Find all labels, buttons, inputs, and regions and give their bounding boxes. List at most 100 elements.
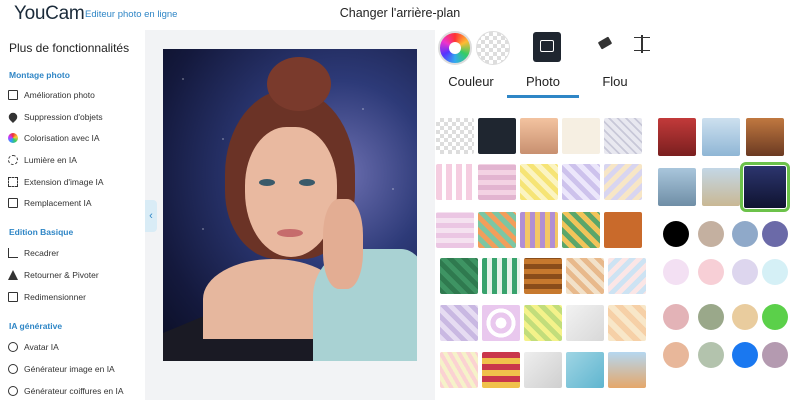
photo-background-icon[interactable]	[533, 32, 561, 62]
sidebar-item-suppression-objets[interactable]: Suppression d'objets	[6, 109, 140, 125]
sidebar-item-label: Recadrer	[24, 248, 59, 258]
tab-flou[interactable]: Flou	[579, 70, 651, 98]
hair-bun	[267, 57, 331, 111]
pattern-tile[interactable]	[562, 212, 600, 248]
color-swatch[interactable]	[663, 221, 689, 247]
scene-tile-ferris-wheel[interactable]	[702, 118, 740, 156]
pattern-tile[interactable]	[524, 258, 562, 294]
pattern-tile[interactable]	[562, 118, 600, 154]
background-tabs: Couleur Photo Flou	[435, 70, 651, 98]
pattern-tile[interactable]	[436, 212, 474, 248]
pattern-tile[interactable]	[440, 305, 478, 341]
color-wheel-icon	[8, 133, 18, 143]
color-swatch[interactable]	[732, 259, 758, 285]
sidebar-item-label: Générateur coiffures en IA	[24, 386, 124, 396]
pattern-tile[interactable]	[608, 305, 646, 341]
transparent-background-icon[interactable]	[476, 31, 510, 65]
sidebar-item-lumiere[interactable]: Lumière en IA	[8, 152, 140, 168]
sidebar-item-generateur-coiffures[interactable]: Générateur coiffures en IA	[8, 383, 140, 399]
pattern-tile[interactable]	[520, 164, 558, 200]
sidebar-item-retourner[interactable]: Retourner & Pivoter	[8, 267, 140, 283]
sidebar: Plus de fonctionnalités Montage photo Am…	[0, 30, 145, 400]
sidebar-item-label: Redimensionner	[24, 292, 86, 302]
pattern-tile[interactable]	[478, 212, 516, 248]
color-picker-icon[interactable]	[438, 31, 472, 65]
pattern-tile[interactable]	[562, 164, 600, 200]
edited-photo	[163, 49, 417, 361]
sidebar-item-label: Remplacement IA	[24, 198, 92, 208]
pattern-tile[interactable]	[482, 258, 520, 294]
color-swatch[interactable]	[732, 342, 758, 368]
pattern-tile[interactable]	[524, 352, 562, 388]
sidebar-item-amelioration-photo[interactable]: Amélioration photo	[8, 87, 140, 103]
sidebar-item-redimensionner[interactable]: Redimensionner	[8, 289, 140, 305]
color-swatch[interactable]	[698, 259, 724, 285]
color-swatch[interactable]	[698, 221, 724, 247]
pattern-tile[interactable]	[524, 305, 562, 341]
app-window: YouCam Editeur photo en ligne Changer l'…	[0, 0, 800, 400]
left-eye	[259, 179, 275, 186]
pattern-tile[interactable]	[520, 118, 558, 154]
color-swatch[interactable]	[762, 221, 788, 247]
color-swatch[interactable]	[762, 304, 788, 330]
sidebar-item-remplacement[interactable]: Remplacement IA	[8, 195, 140, 211]
pattern-tile[interactable]	[566, 352, 604, 388]
pattern-tile[interactable]	[608, 258, 646, 294]
color-swatch[interactable]	[663, 304, 689, 330]
hand	[323, 199, 363, 289]
sidebar-item-recadrer[interactable]: Recadrer	[8, 245, 140, 261]
tab-couleur[interactable]: Couleur	[435, 70, 507, 98]
pattern-tile[interactable]	[604, 118, 642, 154]
scene-tile-london[interactable]	[658, 118, 696, 156]
sidebar-item-avatar-ia[interactable]: Avatar IA	[8, 339, 140, 355]
pattern-tile[interactable]	[604, 212, 642, 248]
color-swatch[interactable]	[663, 342, 689, 368]
sidebar-item-label: Lumière en IA	[24, 155, 77, 165]
pattern-tile[interactable]	[566, 305, 604, 341]
sidebar-title: Plus de fonctionnalités	[9, 41, 130, 55]
avatar-icon	[8, 342, 18, 352]
light-icon	[8, 155, 18, 165]
replace-icon	[8, 198, 18, 208]
expand-icon	[8, 177, 18, 187]
scene-tile-night-sky[interactable]	[740, 162, 790, 212]
color-swatch[interactable]	[762, 342, 788, 368]
pattern-tile[interactable]	[608, 352, 646, 388]
pattern-tile[interactable]	[478, 164, 516, 200]
lips	[277, 229, 303, 237]
pattern-tile[interactable]	[436, 118, 474, 154]
pattern-tile[interactable]	[440, 352, 478, 388]
color-swatch[interactable]	[732, 221, 758, 247]
color-swatch[interactable]	[732, 304, 758, 330]
pattern-tile[interactable]	[566, 258, 604, 294]
sidebar-item-label: Avatar IA	[24, 342, 59, 352]
color-swatch[interactable]	[663, 259, 689, 285]
pattern-tile[interactable]	[604, 164, 642, 200]
photo-enhance-icon	[8, 90, 18, 100]
crop-icon	[8, 248, 18, 258]
sidebar-item-colorisation[interactable]: Colorisation avec IA	[8, 130, 140, 146]
sidebar-item-generateur-image[interactable]: Générateur image en IA	[8, 361, 140, 377]
color-swatch[interactable]	[762, 259, 788, 285]
tab-photo[interactable]: Photo	[507, 70, 579, 98]
scene-tile-carousel[interactable]	[746, 118, 784, 156]
compare-icon[interactable]	[634, 35, 650, 53]
scene-tile-beach[interactable]	[658, 168, 696, 206]
pattern-tile[interactable]	[436, 164, 474, 200]
collapse-sidebar-button[interactable]: ‹	[145, 200, 157, 232]
color-swatch[interactable]	[698, 342, 724, 368]
section-ia-generative: IA générative	[9, 321, 63, 331]
pattern-tile[interactable]	[520, 212, 558, 248]
pattern-tile[interactable]	[482, 305, 520, 341]
pattern-tile[interactable]	[482, 352, 520, 388]
top-bar: YouCam Editeur photo en ligne Changer l'…	[0, 0, 800, 30]
upload-photo-tile[interactable]	[478, 118, 516, 154]
sidebar-item-label: Suppression d'objets	[24, 112, 103, 122]
pattern-tile[interactable]	[440, 258, 478, 294]
right-eye	[299, 179, 315, 186]
image-generator-icon	[8, 364, 18, 374]
sidebar-item-extension-image[interactable]: Extension d'image IA	[8, 174, 140, 190]
sidebar-item-label: Retourner & Pivoter	[24, 270, 99, 280]
color-swatch[interactable]	[698, 304, 724, 330]
scene-tile-seaside[interactable]	[702, 168, 740, 206]
